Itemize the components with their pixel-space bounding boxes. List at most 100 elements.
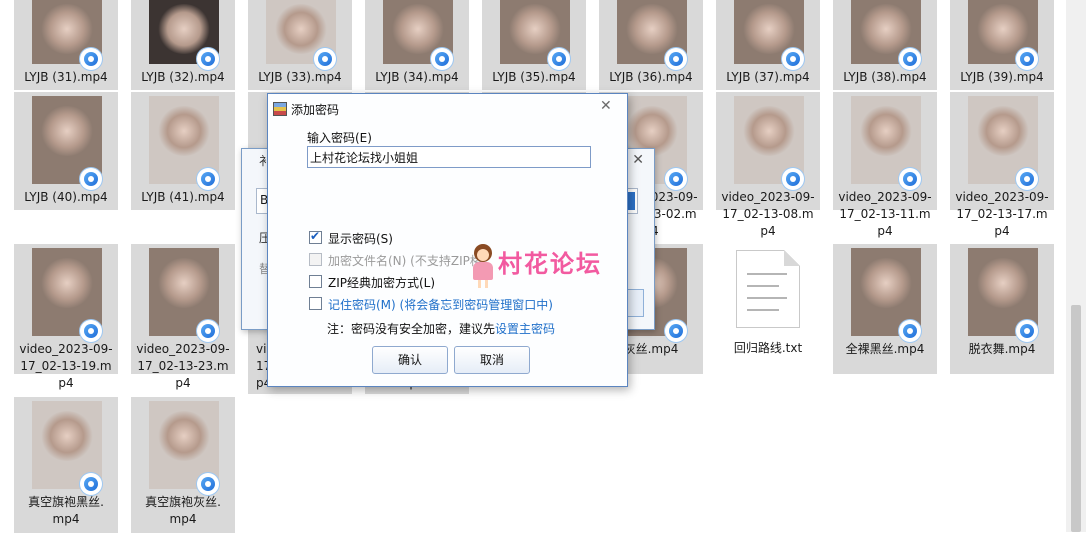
- archive-app-icon: [273, 102, 287, 116]
- confirm-button[interactable]: 确认: [372, 346, 448, 374]
- file-name-label: p4: [58, 376, 74, 390]
- file-name-label: mp4: [169, 512, 197, 526]
- file-name-label: video_2023-09-: [838, 190, 932, 204]
- video-player-badge-icon: [80, 48, 102, 70]
- set-master-password-link[interactable]: 设置主密码: [495, 322, 555, 336]
- file-name-label: p4: [994, 224, 1010, 238]
- zip-classic-checkbox[interactable]: [309, 275, 322, 288]
- file-name-label: video_2023-09-: [721, 190, 815, 204]
- file-name-label: LYJB (39).mp4: [960, 70, 1044, 84]
- password-input[interactable]: 上村花论坛找小姐姐: [307, 146, 591, 168]
- video-file-item[interactable]: LYJB (41).mp4: [131, 92, 235, 210]
- watermark: 村花论坛: [470, 238, 630, 298]
- close-icon[interactable]: ✕: [600, 98, 612, 114]
- video-file-item[interactable]: LYJB (40).mp4: [14, 92, 118, 210]
- encrypt-filenames-text: 加密文件名(N): [328, 254, 407, 268]
- file-name-label: 17_02-13-17.m: [956, 207, 1048, 221]
- video-player-badge-icon: [197, 473, 219, 495]
- encrypt-filenames-label: 加密文件名(N) (不支持ZIP格: [328, 252, 482, 269]
- security-note-text: 注：密码没有安全加密，建议先: [327, 322, 496, 336]
- remember-password-hint: (将会备忘到密码管理窗口中): [399, 298, 553, 312]
- close-icon[interactable]: ✕: [632, 152, 644, 168]
- video-file-item[interactable]: LYJB (32).mp4: [131, 0, 235, 90]
- remember-password-label[interactable]: 记住密码(M) (将会备忘到密码管理窗口中): [328, 296, 553, 313]
- video-player-badge-icon: [1016, 168, 1038, 190]
- video-file-item[interactable]: LYJB (37).mp4: [716, 0, 820, 90]
- video-player-badge-icon: [80, 473, 102, 495]
- video-player-badge-icon: [197, 320, 219, 342]
- file-name-label: mp4: [52, 512, 80, 526]
- video-file-item[interactable]: video_2023-09- 17_02-13-08.m p4: [716, 92, 820, 238]
- video-file-item[interactable]: 全裸黑丝.mp4: [833, 244, 937, 374]
- dialog-titlebar: 添加密码 ✕: [268, 94, 627, 122]
- file-name-label: 真空旗袍灰丝.: [145, 495, 221, 509]
- file-name-label: LYJB (37).mp4: [726, 70, 810, 84]
- video-player-badge-icon: [197, 168, 219, 190]
- video-file-item[interactable]: LYJB (31).mp4: [14, 0, 118, 90]
- video-file-item[interactable]: 真空旗袍灰丝. mp4: [131, 397, 235, 533]
- file-name-label: 脱衣舞.mp4: [968, 342, 1036, 356]
- file-name-label: video_2023-09-: [136, 342, 230, 356]
- video-file-item[interactable]: 真空旗袍黑丝. mp4: [14, 397, 118, 533]
- file-name-label: 真空旗袍黑丝.: [28, 495, 104, 509]
- video-file-item[interactable]: video_2023-09- 17_02-13-23.m p4: [131, 244, 235, 390]
- show-password-checkbox[interactable]: [309, 229, 322, 244]
- file-name-label: LYJB (38).mp4: [843, 70, 927, 84]
- video-player-badge-icon: [782, 48, 804, 70]
- remember-password-checkbox[interactable]: [309, 297, 322, 310]
- file-name-label: LYJB (41).mp4: [141, 190, 225, 204]
- remember-password-text: 记住密码(M): [328, 298, 396, 312]
- file-name-label: p4: [877, 224, 893, 238]
- vertical-scrollbar[interactable]: [1066, 0, 1086, 532]
- file-name-label: LYJB (36).mp4: [609, 70, 693, 84]
- video-player-badge-icon: [665, 168, 687, 190]
- video-player-badge-icon: [782, 168, 804, 190]
- video-player-badge-icon: [548, 48, 570, 70]
- file-name-label: LYJB (40).mp4: [24, 190, 108, 204]
- zip-classic-label[interactable]: ZIP经典加密方式(L): [328, 274, 435, 291]
- file-name-label: LYJB (33).mp4: [258, 70, 342, 84]
- video-file-item[interactable]: LYJB (35).mp4: [482, 0, 586, 90]
- video-player-badge-icon: [431, 48, 453, 70]
- dialog-title: 添加密码: [291, 103, 340, 117]
- security-note: 注：密码没有安全加密，建议先设置主密码: [327, 320, 555, 337]
- file-name-label: p4: [175, 376, 191, 390]
- video-file-item[interactable]: LYJB (38).mp4: [833, 0, 937, 90]
- video-player-badge-icon: [899, 48, 921, 70]
- text-file-item[interactable]: 回归路线.txt: [716, 244, 820, 374]
- file-name-label: 17_02-13-08.m: [722, 207, 814, 221]
- video-player-badge-icon: [80, 320, 102, 342]
- watermark-mascot-icon: [470, 244, 496, 288]
- video-player-badge-icon: [1016, 320, 1038, 342]
- encrypt-filenames-checkbox[interactable]: [309, 253, 322, 266]
- video-file-item[interactable]: LYJB (33).mp4: [248, 0, 352, 90]
- video-file-item[interactable]: video_2023-09- 17_02-13-11.m p4: [833, 92, 937, 238]
- file-name-label: 17_02-13-11.m: [839, 207, 931, 221]
- video-player-badge-icon: [1016, 48, 1038, 70]
- show-password-label[interactable]: 显示密码(S): [328, 230, 393, 247]
- scrollbar-thumb[interactable]: [1071, 305, 1081, 532]
- file-name-label: LYJB (35).mp4: [492, 70, 576, 84]
- file-name-label: p4: [760, 224, 776, 238]
- video-file-item[interactable]: video_2023-09- 17_02-13-19.m p4: [14, 244, 118, 390]
- video-player-badge-icon: [899, 320, 921, 342]
- file-name-label: 17_02-13-23.m: [137, 359, 229, 373]
- file-name-label: 回归路线.txt: [733, 341, 803, 355]
- video-player-badge-icon: [197, 48, 219, 70]
- file-name-label: video_2023-09-: [955, 190, 1049, 204]
- video-file-item[interactable]: 脱衣舞.mp4: [950, 244, 1054, 374]
- file-name-label: 全裸黑丝.mp4: [845, 342, 925, 356]
- video-file-item[interactable]: video_2023-09- 17_02-13-17.m p4: [950, 92, 1054, 238]
- video-file-item[interactable]: LYJB (34).mp4: [365, 0, 469, 90]
- file-name-label: LYJB (31).mp4: [24, 70, 108, 84]
- password-label: 输入密码(E): [307, 131, 372, 145]
- video-player-badge-icon: [665, 48, 687, 70]
- video-player-badge-icon: [314, 48, 336, 70]
- watermark-text: 村花论坛: [498, 250, 602, 278]
- video-file-item[interactable]: LYJB (36).mp4: [599, 0, 703, 90]
- cancel-button[interactable]: 取消: [454, 346, 530, 374]
- video-player-badge-icon: [899, 168, 921, 190]
- file-name-label: video_2023-09-: [19, 342, 113, 356]
- file-name-label: 17_02-13-19.m: [20, 359, 112, 373]
- video-file-item[interactable]: LYJB (39).mp4: [950, 0, 1054, 90]
